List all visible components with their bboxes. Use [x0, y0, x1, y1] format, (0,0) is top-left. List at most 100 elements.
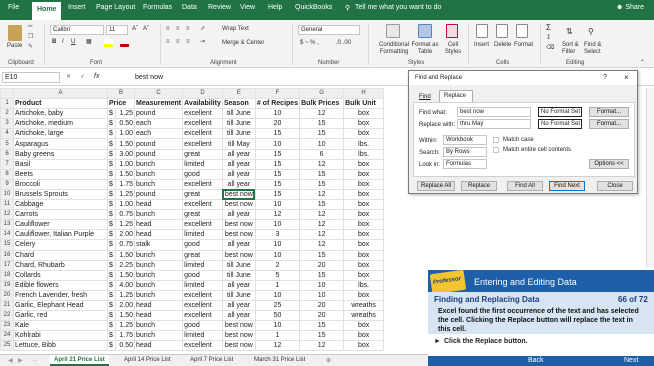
bulk-unit-cell[interactable]: box — [343, 199, 385, 211]
price-cell[interactable]: 1.50 — [115, 310, 135, 322]
column-header-b[interactable]: B — [107, 88, 135, 100]
price-cell[interactable]: 2.00 — [115, 229, 135, 241]
price-cell[interactable]: 1.50 — [115, 138, 135, 150]
confirm-entry-icon[interactable]: ✓ — [80, 74, 85, 81]
column-header-e[interactable]: E — [221, 88, 256, 100]
clear-icon[interactable]: ⌫ — [546, 45, 554, 52]
tab-help[interactable]: Help — [268, 4, 282, 11]
measurement-cell[interactable]: head — [133, 219, 184, 231]
bulk-price-cell[interactable]: 20 — [299, 259, 345, 271]
find-format-button[interactable]: Format... — [589, 107, 629, 117]
season-cell[interactable]: till May — [221, 138, 256, 150]
header-cell[interactable]: Bulk Prices — [299, 98, 345, 110]
bulk-unit-cell[interactable]: box — [343, 229, 385, 241]
availability-cell[interactable]: limited — [182, 259, 223, 271]
recipes-cell[interactable]: 10 — [254, 199, 301, 211]
availability-cell[interactable]: good — [182, 168, 223, 180]
row-header[interactable]: 25 — [0, 340, 14, 352]
bulk-price-cell[interactable]: 10 — [299, 279, 345, 291]
row-header[interactable]: 19 — [0, 279, 14, 291]
format-as-table-button[interactable]: Format as Table — [410, 42, 440, 56]
bulk-unit-cell[interactable]: box — [343, 188, 385, 201]
season-cell[interactable]: all year — [221, 310, 256, 322]
row-header[interactable]: 4 — [0, 128, 14, 140]
measurement-cell[interactable]: head — [133, 199, 184, 211]
currency-cell[interactable]: $ — [107, 128, 116, 140]
format-as-table-icon[interactable] — [418, 24, 432, 38]
bulk-unit-cell[interactable]: box — [343, 259, 385, 271]
recipes-cell[interactable]: 1 — [254, 330, 301, 342]
currency-cell[interactable]: $ — [107, 299, 116, 312]
dialog-tab-replace[interactable]: Replace — [444, 93, 466, 99]
more-tabs-icon[interactable]: … — [28, 355, 42, 366]
season-cell[interactable]: all year — [221, 239, 256, 251]
header-cell[interactable]: Measurement — [133, 98, 184, 110]
measurement-cell[interactable]: bunch — [133, 279, 184, 291]
row-header[interactable]: 7 — [0, 158, 14, 170]
vertical-scrollbar[interactable] — [646, 88, 654, 268]
tutorial-next-button[interactable]: Next — [624, 357, 638, 364]
bulk-price-cell[interactable]: 15 — [299, 320, 345, 332]
bulk-price-cell[interactable]: 15 — [299, 199, 345, 211]
currency-cell[interactable]: $ — [107, 209, 116, 221]
recipes-cell[interactable]: 3 — [254, 229, 301, 241]
match-case-checkbox[interactable] — [493, 137, 499, 143]
currency-cell[interactable]: $ — [107, 188, 116, 201]
currency-cell[interactable]: $ — [107, 269, 116, 281]
bulk-price-cell[interactable]: 15 — [299, 128, 345, 140]
currency-cell[interactable]: $ — [107, 229, 116, 241]
search-select[interactable]: By Rows — [443, 147, 487, 157]
currency-cell[interactable]: $ — [107, 148, 116, 160]
find-what-input[interactable]: best now — [457, 107, 531, 117]
column-header-h[interactable]: H — [343, 88, 385, 100]
availability-cell[interactable]: excellent — [182, 199, 223, 211]
row-header[interactable]: 23 — [0, 320, 14, 332]
bulk-unit-cell[interactable]: lbs. — [343, 148, 385, 160]
currency-cell[interactable]: $ — [107, 340, 116, 352]
product-cell[interactable]: Edible flowers — [13, 279, 108, 291]
measurement-cell[interactable]: bunch — [133, 259, 184, 271]
name-box[interactable]: E10 — [2, 72, 60, 83]
currency-cell[interactable]: $ — [107, 219, 116, 231]
season-cell[interactable]: all year — [221, 209, 256, 221]
header-cell[interactable]: Availability — [182, 98, 223, 110]
season-cell[interactable]: all year — [221, 279, 256, 291]
tell-me-search[interactable]: Tell me what you want to do — [355, 4, 441, 11]
collapse-ribbon-icon[interactable]: ⌃ — [640, 60, 645, 67]
options-button[interactable]: Options << — [589, 159, 629, 169]
bulk-unit-cell[interactable]: wreaths — [343, 299, 385, 312]
currency-cell[interactable]: $ — [107, 158, 116, 170]
bulk-price-cell[interactable]: 12 — [299, 108, 345, 120]
insert-cells-icon[interactable] — [476, 24, 488, 38]
find-select-icon[interactable]: ⚲ — [588, 28, 594, 36]
recipes-cell[interactable]: 15 — [254, 148, 301, 160]
select-all-corner[interactable] — [0, 88, 14, 100]
row-header[interactable]: 2 — [0, 108, 14, 120]
recipes-cell[interactable]: 15 — [254, 158, 301, 170]
season-cell[interactable]: till June — [221, 269, 256, 281]
currency-cell[interactable]: $ — [107, 289, 116, 301]
currency-cell[interactable]: $ — [107, 330, 116, 342]
recipes-cell[interactable]: 1 — [254, 279, 301, 291]
tab-file[interactable]: File — [8, 4, 19, 11]
measurement-cell[interactable]: bunch — [133, 320, 184, 332]
currency-cell[interactable]: $ — [107, 310, 116, 322]
bulk-unit-cell[interactable]: box — [343, 320, 385, 332]
bulk-price-cell[interactable]: 15 — [299, 178, 345, 190]
align-top-icon[interactable]: ≡ — [166, 26, 170, 33]
tab-review[interactable]: Review — [208, 4, 231, 11]
season-cell[interactable]: all year — [221, 158, 256, 170]
paste-icon[interactable] — [8, 25, 22, 41]
replace-with-input[interactable]: thru May — [457, 119, 531, 129]
row-header[interactable]: 8 — [0, 168, 14, 180]
recipes-cell[interactable]: 12 — [254, 340, 301, 352]
add-sheet-icon[interactable]: ⊕ — [322, 355, 335, 366]
tab-page-layout[interactable]: Page Layout — [96, 4, 135, 11]
season-cell[interactable]: best now — [221, 199, 256, 211]
season-cell[interactable]: best now — [221, 229, 256, 241]
bulk-unit-cell[interactable]: box — [343, 219, 385, 231]
dialog-close-icon[interactable]: × — [624, 73, 629, 82]
availability-cell[interactable]: great — [182, 188, 223, 201]
currency-cell[interactable]: $ — [107, 249, 116, 261]
measurement-cell[interactable]: head — [133, 340, 184, 352]
